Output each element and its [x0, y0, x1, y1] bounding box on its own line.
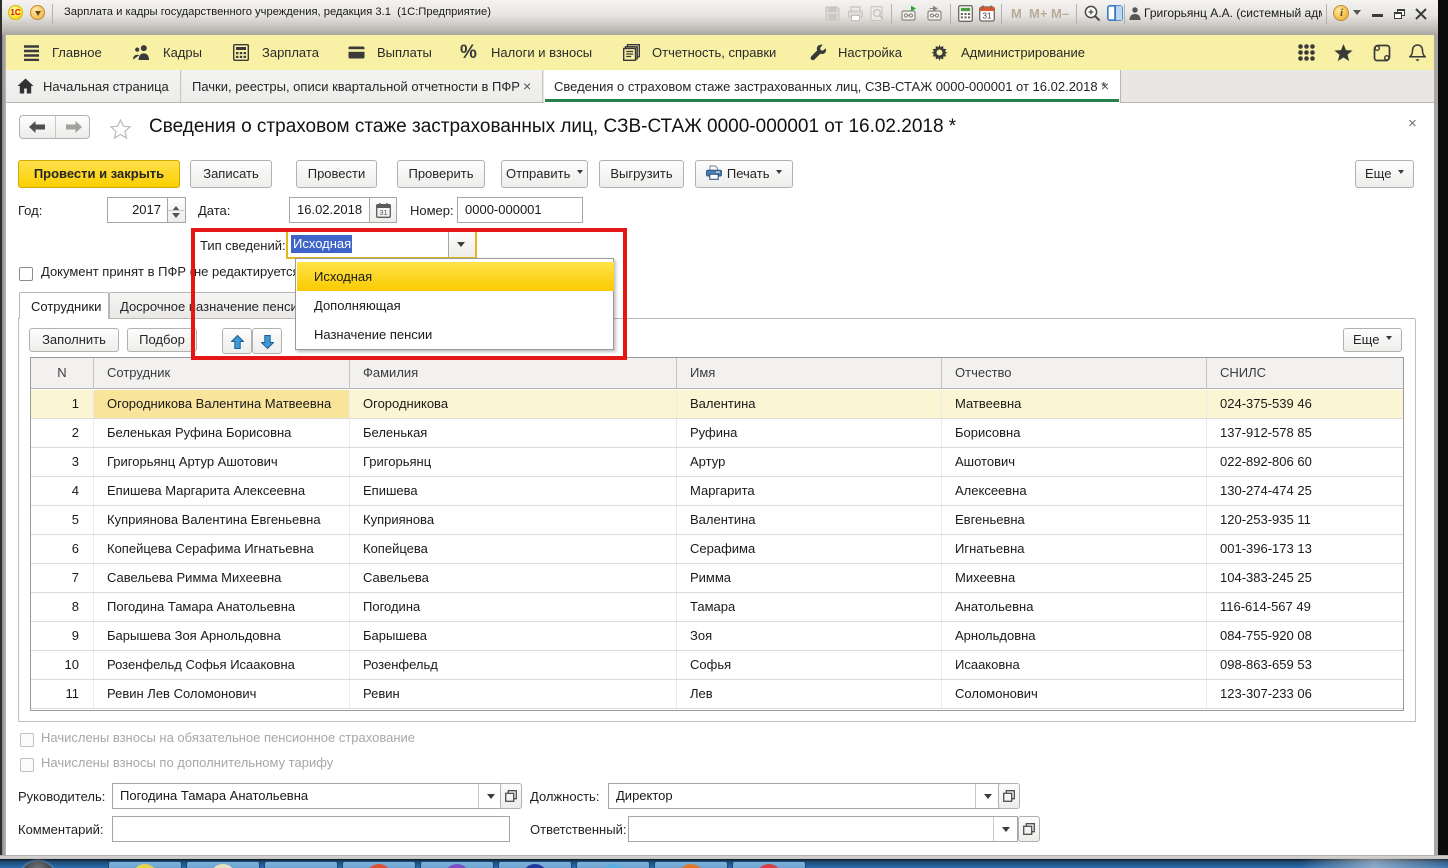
svg-text:31: 31 — [983, 12, 992, 21]
svg-text:31: 31 — [379, 208, 387, 217]
